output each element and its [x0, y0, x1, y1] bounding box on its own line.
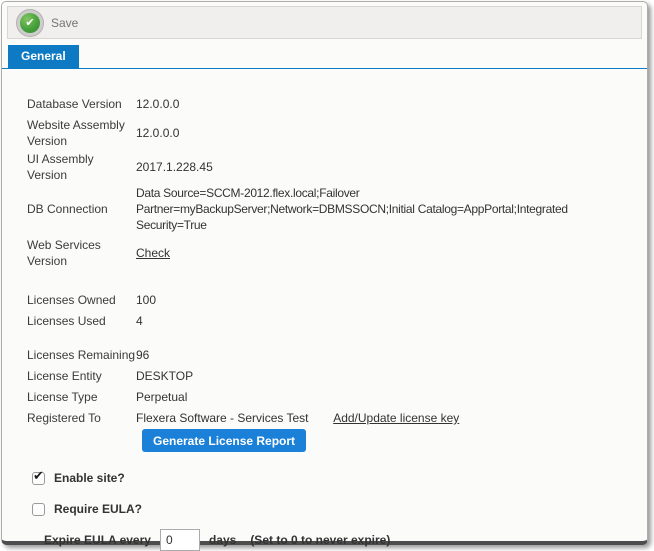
check-web-services-link[interactable]: Check [136, 245, 170, 261]
registered-to-value: Flexera Software - Services Test Add/Upd… [136, 410, 639, 426]
field-db-connection: DB Connection Data Source=SCCM-2012.flex… [27, 185, 639, 233]
field-web-services-version: Web Services Version Check [27, 237, 639, 269]
field-database-version: Database Version 12.0.0.0 [27, 96, 639, 112]
field-label: License Type [27, 389, 136, 405]
field-value: Data Source=SCCM-2012.flex.local;Failove… [136, 185, 639, 233]
field-licenses-remaining: Licenses Remaining 96 [27, 347, 639, 363]
generate-license-report-button[interactable]: Generate License Report [142, 429, 306, 452]
require-eula-label: Require EULA? [54, 501, 142, 517]
checkmark-icon: ✔ [33, 468, 44, 484]
add-update-license-key-link[interactable]: Add/Update license key [333, 411, 459, 425]
expire-eula-days-input[interactable] [160, 529, 200, 551]
field-label: Database Version [27, 96, 136, 112]
field-website-assembly-version: Website Assembly Version 12.0.0.0 [27, 117, 639, 149]
expire-eula-row: Expire EULA every days (Set to 0 to neve… [27, 529, 639, 551]
general-settings-panel: Database Version 12.0.0.0 Website Assemb… [2, 69, 647, 551]
field-value: Perpetual [136, 389, 639, 405]
field-license-entity: License Entity DESKTOP [27, 368, 639, 384]
toolbar: ✔ Save [7, 6, 642, 39]
field-label: Licenses Owned [27, 292, 136, 308]
field-label: Web Services Version [27, 237, 136, 269]
expire-days-label: days [209, 532, 236, 548]
tab-bar: General [2, 45, 647, 69]
field-licenses-used: Licenses Used 4 [27, 313, 639, 329]
save-check-icon: ✔ [20, 13, 40, 33]
field-ui-assembly-version: UI Assembly Version 2017.1.228.45 [27, 151, 639, 183]
require-eula-checkbox[interactable] [32, 503, 45, 516]
field-label: License Entity [27, 368, 136, 384]
field-license-type: License Type Perpetual [27, 389, 639, 405]
enable-site-label: Enable site? [54, 470, 125, 486]
field-value: 2017.1.228.45 [136, 159, 639, 175]
field-label: Website Assembly Version [27, 117, 136, 149]
generate-report-row: Generate License Report [142, 429, 639, 452]
enable-site-row: ✔ Enable site? [27, 470, 639, 486]
registered-to-name: Flexera Software - Services Test [136, 411, 309, 425]
save-button[interactable]: ✔ Save [8, 13, 78, 33]
save-button-label: Save [51, 16, 78, 30]
expire-note: (Set to 0 to never expire) [250, 532, 390, 548]
expire-eula-label: Expire EULA every [44, 532, 151, 548]
field-value: DESKTOP [136, 368, 639, 384]
field-value: 12.0.0.0 [136, 96, 639, 112]
field-value: 4 [136, 313, 639, 329]
enable-site-checkbox[interactable]: ✔ [32, 472, 45, 485]
field-value: 96 [136, 347, 639, 363]
field-value: 100 [136, 292, 639, 308]
field-label: UI Assembly Version [27, 151, 136, 183]
field-label: Registered To [27, 410, 136, 426]
field-registered-to: Registered To Flexera Software - Service… [27, 410, 639, 426]
field-label: Licenses Used [27, 313, 136, 329]
settings-window: ✔ Save General Database Version 12.0.0.0… [1, 1, 648, 545]
field-value: 12.0.0.0 [136, 125, 639, 141]
field-licenses-owned: Licenses Owned 100 [27, 292, 639, 308]
tab-general[interactable]: General [8, 45, 79, 68]
field-label: Licenses Remaining [27, 347, 136, 363]
require-eula-row: Require EULA? [27, 501, 639, 517]
field-label: DB Connection [27, 201, 136, 217]
